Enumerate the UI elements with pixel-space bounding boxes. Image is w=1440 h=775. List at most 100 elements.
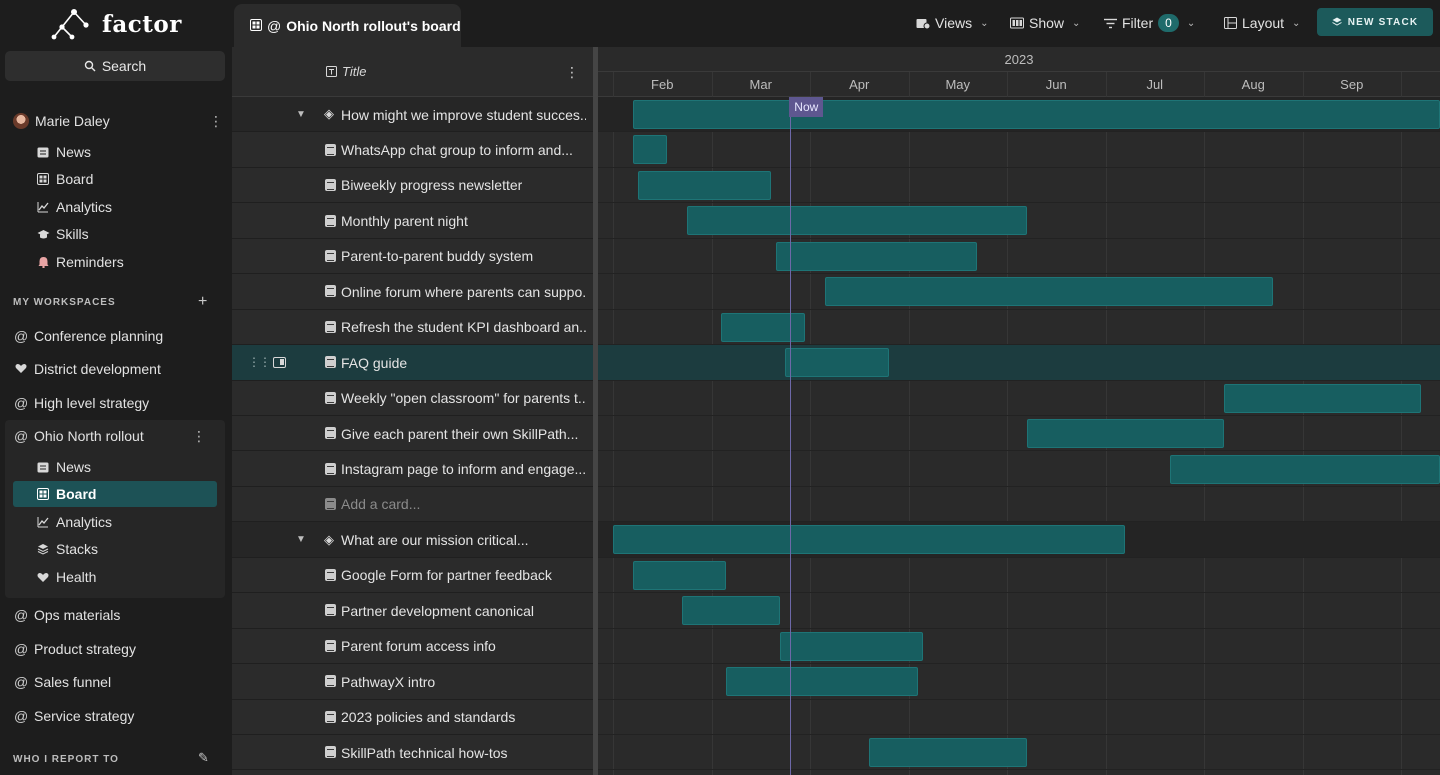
card-row[interactable]: 2023 policies and standards [232,700,593,736]
card-title: How might we improve student succes... [341,106,586,123]
filter-button[interactable]: Filter 0 ⌄ [1104,12,1195,34]
card-title: Add a card... [341,496,421,513]
timeline-row [598,274,1440,310]
card-icon [325,391,336,404]
timeline-bar[interactable] [780,631,924,661]
workspace-product-strategy[interactable]: @ Product strategy [14,636,224,662]
timeline-bar[interactable] [632,135,668,165]
card-row[interactable]: Online forum where parents can suppo... [232,274,593,310]
card-title: Parent-to-parent buddy system [341,248,534,265]
card-row[interactable]: Parent forum access info [232,629,593,665]
timeline-bar[interactable] [632,560,727,590]
show-button[interactable]: Show ⌄ [1010,12,1080,34]
timeline-bar[interactable] [686,206,1027,236]
title-column-header[interactable]: Title [326,64,366,79]
timeline-bar[interactable] [869,738,1027,768]
add-workspace-icon[interactable]: + [198,293,207,311]
workspace-ohio-north-rollout[interactable]: @ Ohio North rollout ⋮ [14,423,224,449]
card-row[interactable]: ⋮⋮ FAQ guide [232,345,593,381]
workspace-item-health[interactable]: Health [36,564,216,590]
layout-button[interactable]: Layout ⌄ [1224,12,1300,34]
card-row[interactable]: Refresh the student KPI dashboard an... [232,310,593,346]
open-panel-icon[interactable] [273,356,286,368]
timeline-bar[interactable] [1223,383,1421,413]
card-row[interactable]: Partner development canonical [232,593,593,629]
workspace-item-news[interactable]: News [36,454,216,480]
timeline-bar[interactable] [1026,419,1224,449]
card-row[interactable]: Parent-to-parent buddy system [232,239,593,275]
analytics-icon [36,515,50,529]
user-menu-icon[interactable]: ⋮ [209,114,223,128]
workspace-district-development[interactable]: District development [14,356,224,382]
sidebar-item-news[interactable]: News [36,139,216,165]
column-menu-icon[interactable]: ⋮ [565,64,579,81]
workspace-sales-funnel[interactable]: @ Sales funnel [14,669,224,695]
sidebar-item-analytics[interactable]: Analytics [36,194,216,220]
timeline-bar[interactable] [681,596,781,626]
edit-icon[interactable]: ✎ [198,750,209,766]
timeline-row [598,700,1440,736]
card-row[interactable]: WhatsApp chat group to inform and... [232,132,593,168]
workspace-item-board[interactable]: Board [36,481,216,507]
add-card-row[interactable]: Add a card... [232,487,593,523]
card-row[interactable]: Biweekly progress newsletter [232,168,593,204]
month-label: May [945,77,971,92]
card-row[interactable]: Monthly parent night [232,203,593,239]
workspace-label: High level strategy [34,395,150,411]
drag-handle-icon[interactable]: ⋮⋮ [248,355,271,369]
timeline-bar[interactable] [785,348,889,378]
timeline-bar[interactable] [613,525,1126,555]
timeline-row [598,168,1440,204]
workspace-label: Service strategy [34,708,135,724]
timeline-bar[interactable] [637,170,771,200]
timeline-bar[interactable] [824,277,1273,307]
card-icon [325,179,336,192]
views-button[interactable]: Views ⌄ [916,12,988,34]
workspace-label: Conference planning [34,328,164,344]
at-icon: @ [267,17,282,34]
stack-row[interactable]: ▼ ◈ How might we improve student succes... [232,97,593,133]
card-row[interactable]: PathwayX intro [232,664,593,700]
sidebar-item-skills[interactable]: Skills [36,221,216,247]
news-icon [36,145,50,159]
card-list: Title ⋮ ▼ ◈ How might we improve student s… [232,47,593,775]
card-row[interactable]: Instagram page to inform and engage... [232,452,593,487]
chevron-down-icon: ⌄ [1072,17,1081,29]
search-button[interactable]: Search [5,51,225,81]
chevron-down-icon[interactable]: ▼ [296,534,306,545]
timeline-bar[interactable] [775,241,978,271]
timeline-bar[interactable] [721,312,806,342]
workspace-service-strategy[interactable]: @ Service strategy [14,703,224,729]
at-icon: @ [14,708,29,724]
card-row[interactable]: Google Form for partner feedback [232,558,593,594]
workspace-item-stacks[interactable]: Stacks [36,536,216,562]
workspace-label: Product strategy [34,641,136,657]
workspace-conference-planning[interactable]: @ Conference planning [14,323,224,349]
workspace-ops-materials[interactable]: @ Ops materials [14,602,224,628]
stack-row[interactable]: ▼ ◈ What are our mission critical... [232,522,593,558]
timeline-bar[interactable] [632,100,1440,129]
user-row[interactable]: Marie Daley ⋮ [13,108,223,134]
workspace-item-analytics[interactable]: Analytics [36,509,216,535]
timeline-bar[interactable] [726,667,919,697]
card-row[interactable]: SkillPath technical how-tos [232,735,593,771]
bell-icon [36,255,50,269]
sidebar-item-board[interactable]: Board [36,166,216,192]
card-row[interactable]: Weekly "open classroom" for parents t... [232,381,593,416]
sidebar: factor Search Marie Daley ⋮ News Board A… [0,0,232,775]
board-icon [36,172,50,186]
chevron-down-icon[interactable]: ▼ [296,109,306,120]
timeline-bar[interactable] [1169,454,1440,484]
sidebar-item-reminders[interactable]: Reminders [36,249,216,275]
card-title: Online forum where parents can suppo... [341,283,586,300]
logo[interactable]: factor [50,6,182,42]
at-icon: @ [14,328,29,344]
card-row[interactable]: Give each parent their own SkillPath... [232,416,593,452]
new-stack-button[interactable]: NEW STACK [1317,8,1433,36]
workspace-high-level-strategy[interactable]: @ High level strategy [14,390,224,416]
stacks-icon: ◈ [324,531,334,547]
workspace-menu-icon[interactable]: ⋮ [192,429,206,443]
search-icon [84,60,96,72]
board-tab[interactable]: @ Ohio North rollout's board [234,4,461,47]
timeline-row [598,593,1440,629]
